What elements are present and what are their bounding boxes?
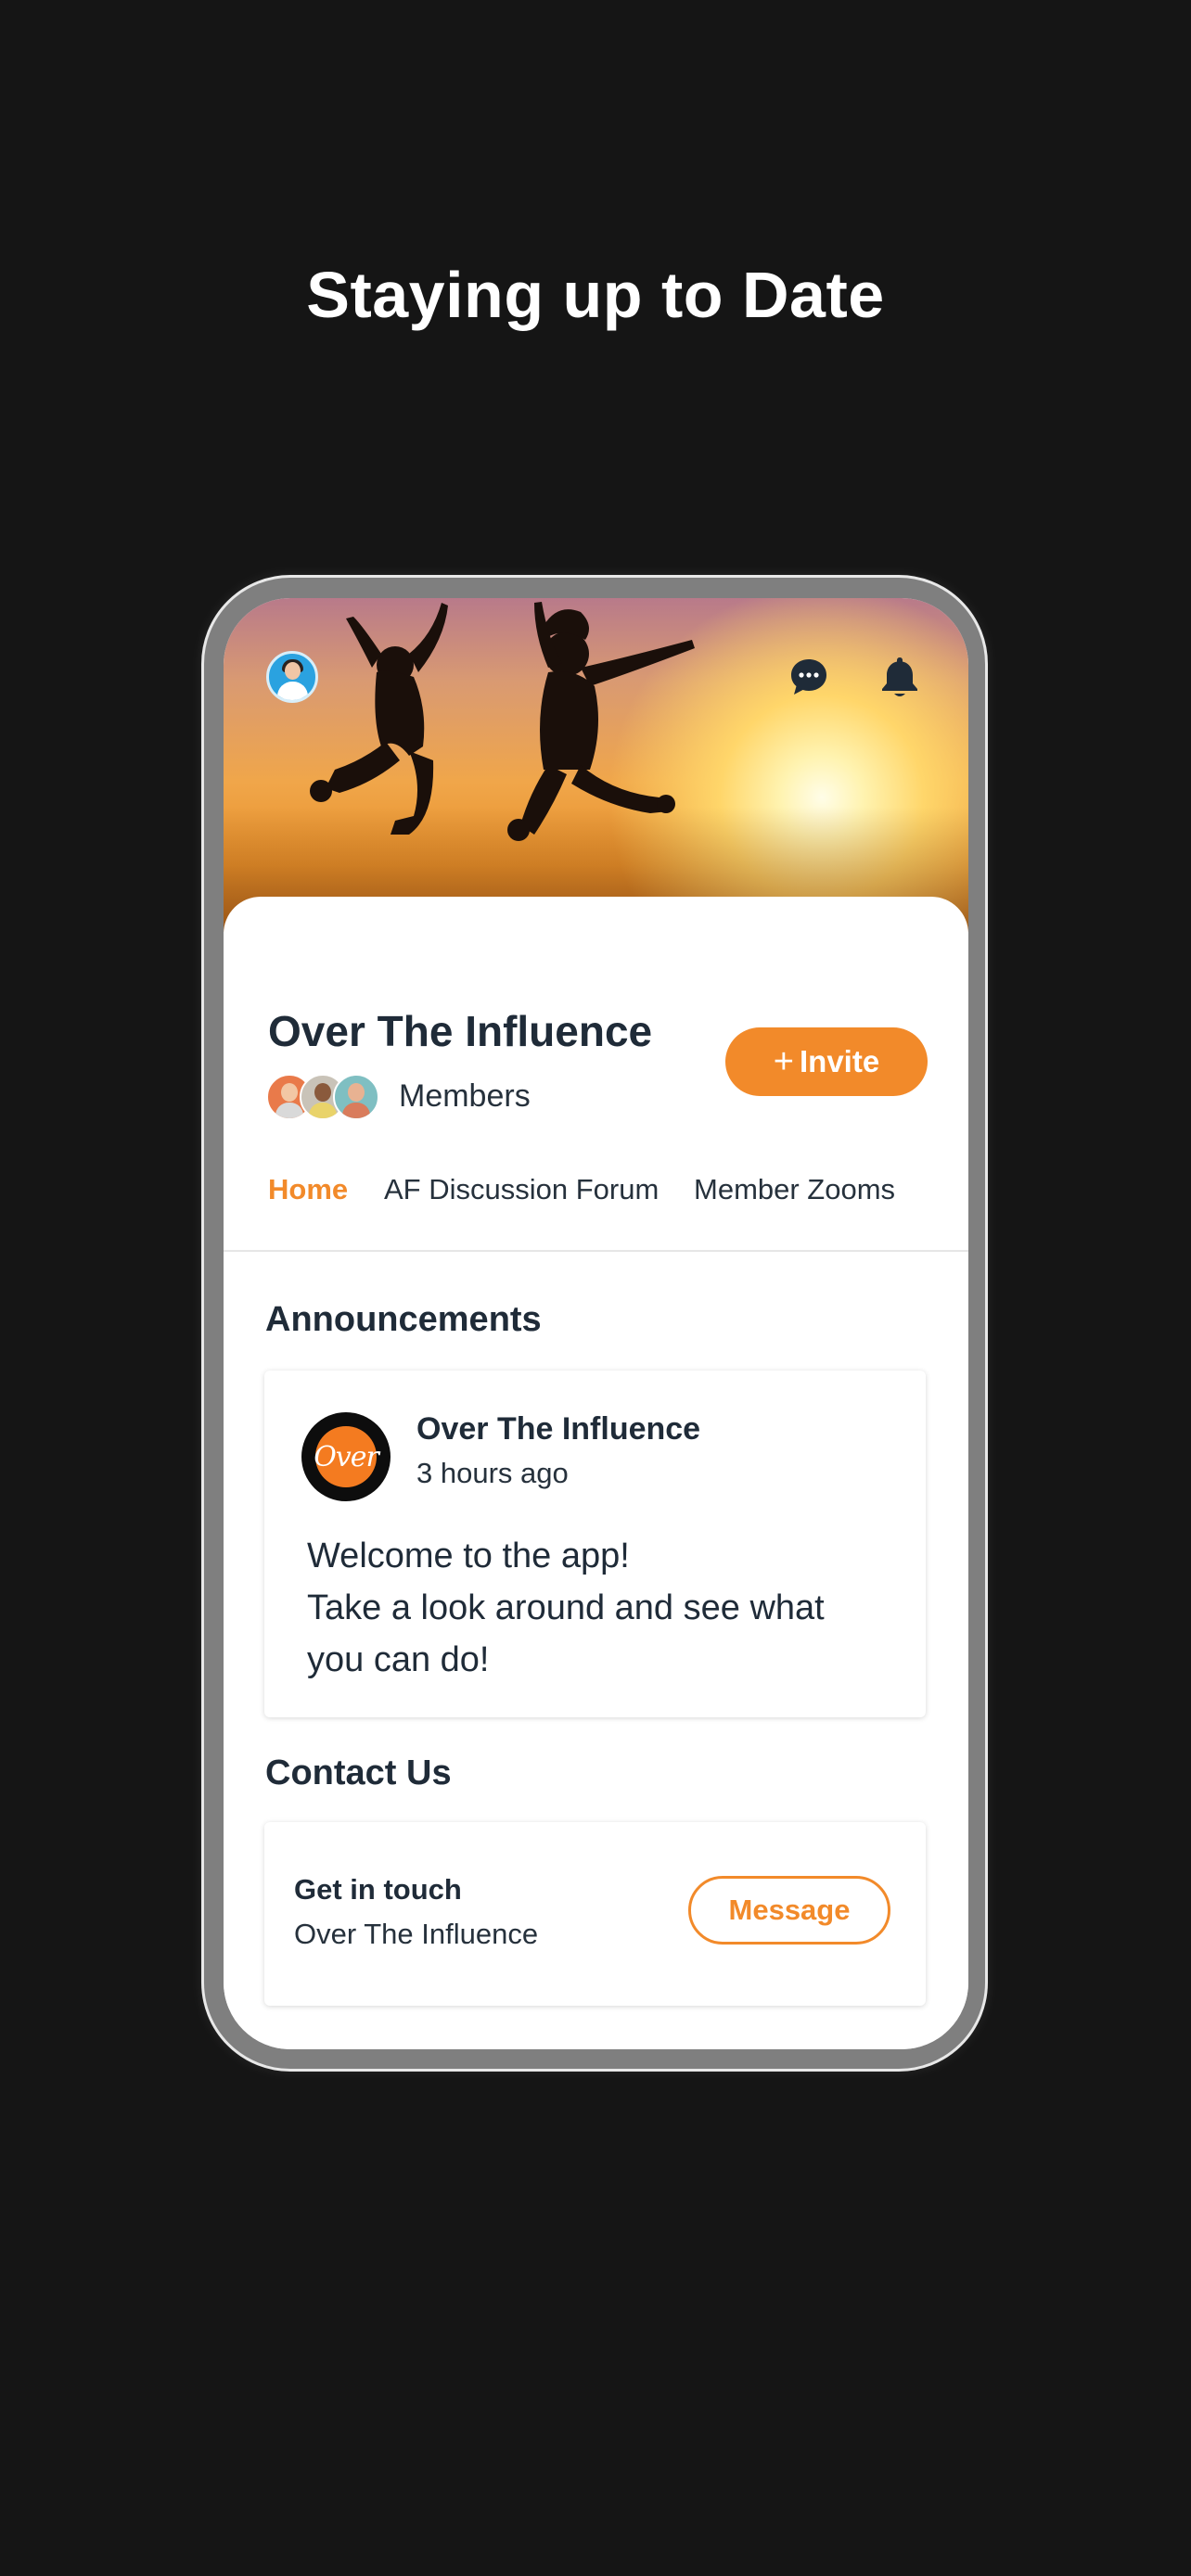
profile-avatar[interactable] <box>266 651 318 703</box>
member-avatar <box>333 1074 379 1120</box>
tab-af-discussion-forum[interactable]: AF Discussion Forum <box>384 1173 659 1206</box>
contact-card: Get in touch Over The Influence Message <box>264 1822 926 2006</box>
contact-title: Contact Us <box>265 1753 452 1792</box>
app-screen: Over The Influence Members + Invite Home… <box>224 598 968 2049</box>
jumping-people-silhouette <box>310 602 695 841</box>
post-body: Welcome to the app! Take a look around a… <box>307 1530 901 1686</box>
post-author: Over The Influence <box>416 1411 701 1447</box>
post-line: you can do! <box>307 1640 490 1679</box>
contact-heading: Get in touch <box>294 1873 462 1906</box>
avatar-body <box>277 682 308 700</box>
post-line: Take a look around and see what <box>307 1588 825 1627</box>
group-title: Over The Influence <box>268 1007 653 1055</box>
members-link[interactable]: Members <box>399 1078 531 1115</box>
announcements-title: Announcements <box>265 1300 542 1339</box>
post-line: Welcome to the app! <box>307 1537 630 1575</box>
logo-text: Over <box>314 1426 379 1487</box>
tab-home[interactable]: Home <box>268 1173 348 1206</box>
plus-icon: + <box>773 1042 794 1081</box>
contact-subtitle: Over The Influence <box>294 1918 539 1950</box>
member-avatars[interactable] <box>266 1074 387 1120</box>
invite-label: Invite <box>800 1044 880 1078</box>
tab-divider <box>224 1250 968 1252</box>
avatar-face <box>285 662 301 680</box>
post-timestamp: 3 hours ago <box>416 1457 569 1489</box>
group-logo: Over <box>301 1412 391 1501</box>
message-button[interactable]: Message <box>688 1876 890 1945</box>
bell-icon[interactable] <box>877 654 923 700</box>
marketing-page: Staying up to Date Over The Influence Me… <box>0 0 1191 2576</box>
chat-bubble-icon[interactable] <box>786 654 832 700</box>
announcement-post[interactable]: Over Over The Influence 3 hours ago Welc… <box>264 1371 926 1717</box>
invite-button[interactable]: + Invite <box>725 1027 928 1096</box>
cover-image <box>224 598 968 932</box>
tab-member-zooms[interactable]: Member Zooms <box>694 1173 895 1206</box>
tab-bar: Home AF Discussion Forum Member Zooms <box>224 1173 968 1229</box>
page-headline: Staying up to Date <box>306 259 885 331</box>
